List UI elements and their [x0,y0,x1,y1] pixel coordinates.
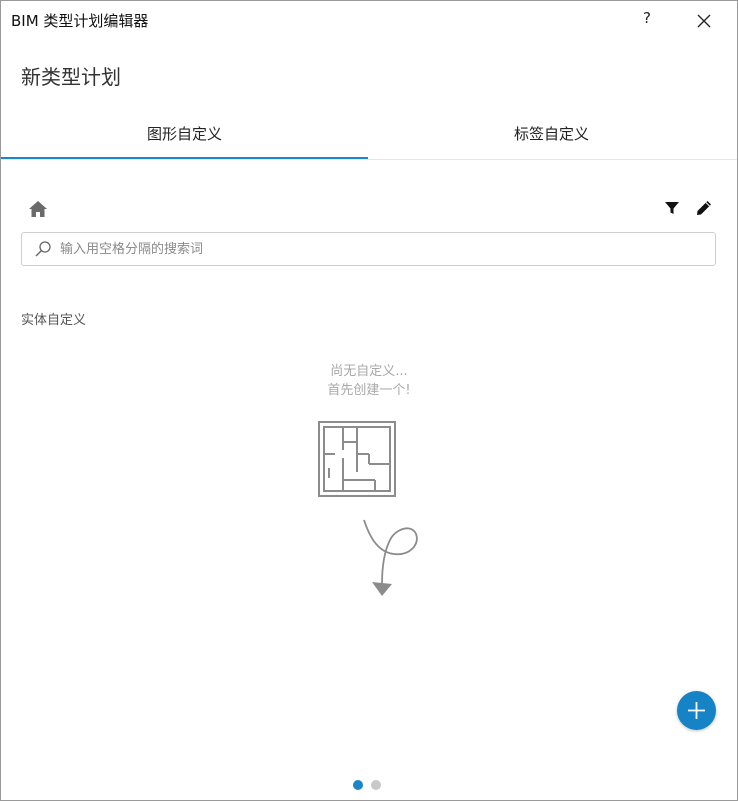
search-icon [35,241,51,257]
add-button[interactable] [677,691,716,730]
home-icon [29,201,47,217]
page-indicator [353,780,383,790]
tab-graphic-customization[interactable]: 图形自定义 [1,111,368,159]
empty-state-message: 尚无自定义... [330,364,408,379]
edit-button[interactable] [695,199,713,217]
help-button[interactable]: ? [637,9,657,29]
home-button[interactable] [27,198,49,220]
filter-button[interactable] [664,200,680,216]
close-button[interactable] [693,10,715,32]
title-bar: BIM 类型计划编辑器 ? [1,1,737,39]
page-title: 新类型计划 [21,65,121,89]
editor-window: BIM 类型计划编辑器 ? 新类型计划 图形自定义 标签自定义 输入用空格分隔的… [0,0,738,801]
filter-icon [665,202,679,214]
window-title: BIM 类型计划编辑器 [11,12,149,30]
search-box [21,232,716,266]
curly-arrow-icon [363,519,418,596]
pencil-icon [697,201,711,215]
tab-bar: 图形自定义 标签自定义 [1,111,737,160]
search-input[interactable] [60,233,700,265]
floor-plan-illustration [318,421,396,497]
close-icon [697,14,711,28]
tab-label-customization[interactable]: 标签自定义 [368,111,735,157]
section-label-entity: 实体自定义 [21,313,87,328]
plus-icon [688,702,705,719]
page-dot-1[interactable] [353,780,363,790]
page-dot-2[interactable] [371,780,381,790]
empty-state-hint: 首先创建一个! [327,383,411,398]
